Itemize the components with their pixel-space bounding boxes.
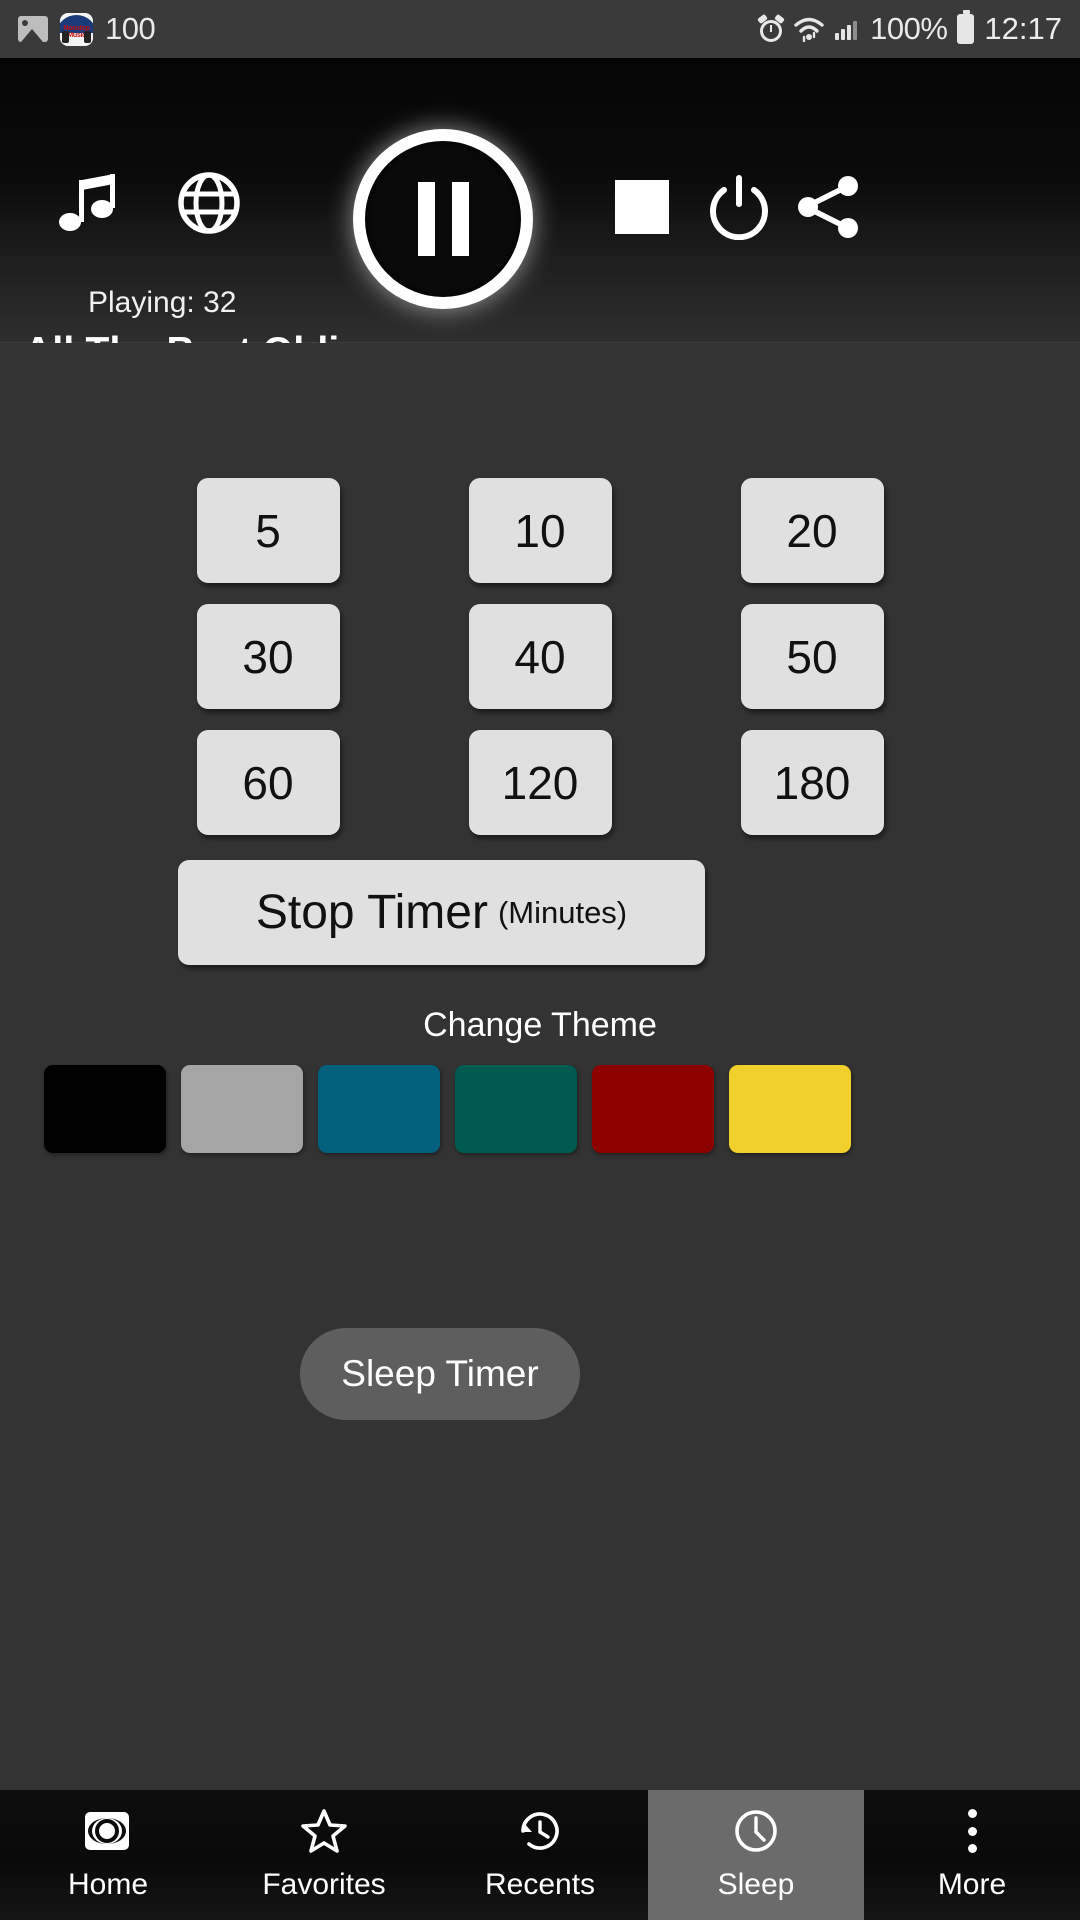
theme-swatch-red[interactable]	[592, 1065, 714, 1153]
power-icon[interactable]	[706, 174, 772, 241]
star-icon	[301, 1808, 347, 1854]
wifi-icon	[794, 16, 824, 43]
timer-row: 30 40 50	[196, 604, 884, 709]
timer-preset-120[interactable]: 120	[468, 730, 612, 835]
share-icon[interactable]	[794, 174, 864, 240]
timer-row: 5 10 20	[196, 478, 884, 583]
timer-preset-grid: 5 10 20 30 40 50 60 120 180	[0, 478, 1080, 835]
timer-preset-10[interactable]: 10	[468, 478, 612, 583]
signal-icon	[834, 16, 860, 42]
theme-swatch-row	[44, 1065, 1036, 1153]
player-header: Playing: 32 All The Best Oldies	[0, 58, 1080, 373]
theme-swatch-yellow[interactable]	[729, 1065, 851, 1153]
stop-icon[interactable]	[615, 180, 669, 234]
stop-timer-button[interactable]: Stop Timer (Minutes)	[178, 860, 705, 965]
nonstop-music-app-icon: Nonstop Music	[60, 12, 93, 46]
status-bar: Nonstop Music 100 100% 12:17	[0, 0, 1080, 58]
theme-swatch-black[interactable]	[44, 1065, 166, 1153]
timer-preset-20[interactable]: 20	[740, 478, 884, 583]
nav-item-recents[interactable]: Recents	[432, 1790, 648, 1920]
timer-preset-60[interactable]: 60	[196, 730, 340, 835]
stop-timer-label: Stop Timer	[255, 886, 488, 939]
overflow-dots-icon	[949, 1808, 995, 1854]
timer-preset-5[interactable]: 5	[196, 478, 340, 583]
timer-row: 60 120 180	[196, 730, 884, 835]
nav-item-favorites[interactable]: Favorites	[216, 1790, 432, 1920]
timer-preset-30[interactable]: 30	[196, 604, 340, 709]
nav-label-more: More	[937, 1868, 1007, 1901]
theme-swatch-gray[interactable]	[181, 1065, 303, 1153]
timer-preset-40[interactable]: 40	[468, 604, 612, 709]
nav-label-favorites: Favorites	[262, 1868, 386, 1901]
notification-count: 100	[105, 11, 156, 46]
music-note-icon[interactable]	[52, 168, 124, 240]
nav-label-home: Home	[67, 1868, 149, 1901]
status-bar-right: 100% 12:17	[757, 10, 1062, 47]
status-bar-left: Nonstop Music 100	[18, 11, 156, 47]
timer-preset-180[interactable]: 180	[740, 730, 884, 835]
theme-swatch-teal[interactable]	[455, 1065, 577, 1153]
globe-icon[interactable]	[176, 170, 242, 236]
gallery-icon	[18, 16, 48, 42]
pause-button[interactable]	[353, 129, 533, 309]
sleep-timer-button[interactable]: Sleep Timer	[300, 1328, 580, 1420]
sleep-timer-panel: 5 10 20 30 40 50 60 120 180 Stop Timer (…	[0, 343, 1080, 1790]
stop-timer-unit: (Minutes)	[497, 894, 628, 930]
battery-icon	[957, 10, 975, 44]
alarm-icon	[757, 13, 786, 42]
change-theme-label: Change Theme	[423, 1006, 657, 1044]
timer-preset-50[interactable]: 50	[740, 604, 884, 709]
clock-icon	[733, 1808, 779, 1854]
theme-swatch-blue[interactable]	[318, 1065, 440, 1153]
pause-icon	[353, 129, 533, 309]
app-icon-headphone-left	[62, 30, 69, 43]
playing-count-label: Playing: 32	[88, 286, 237, 319]
nav-item-sleep[interactable]: Sleep	[648, 1790, 864, 1920]
nav-label-sleep: Sleep	[717, 1868, 795, 1901]
app-icon-headphone-right	[84, 30, 91, 43]
nav-label-recents: Recents	[484, 1868, 596, 1901]
nav-item-home[interactable]: Home	[0, 1790, 216, 1920]
history-clock-icon	[517, 1808, 563, 1854]
nav-item-more[interactable]: More	[864, 1790, 1080, 1920]
app-screen: Nonstop Music 100 100% 12:17 Playing: 32…	[0, 0, 1080, 1920]
status-clock: 12:17	[984, 11, 1062, 46]
battery-percent: 100%	[870, 11, 948, 46]
radio-icon	[85, 1808, 131, 1854]
bottom-navigation: Home Favorites Recents Sleep More	[0, 1790, 1080, 1920]
